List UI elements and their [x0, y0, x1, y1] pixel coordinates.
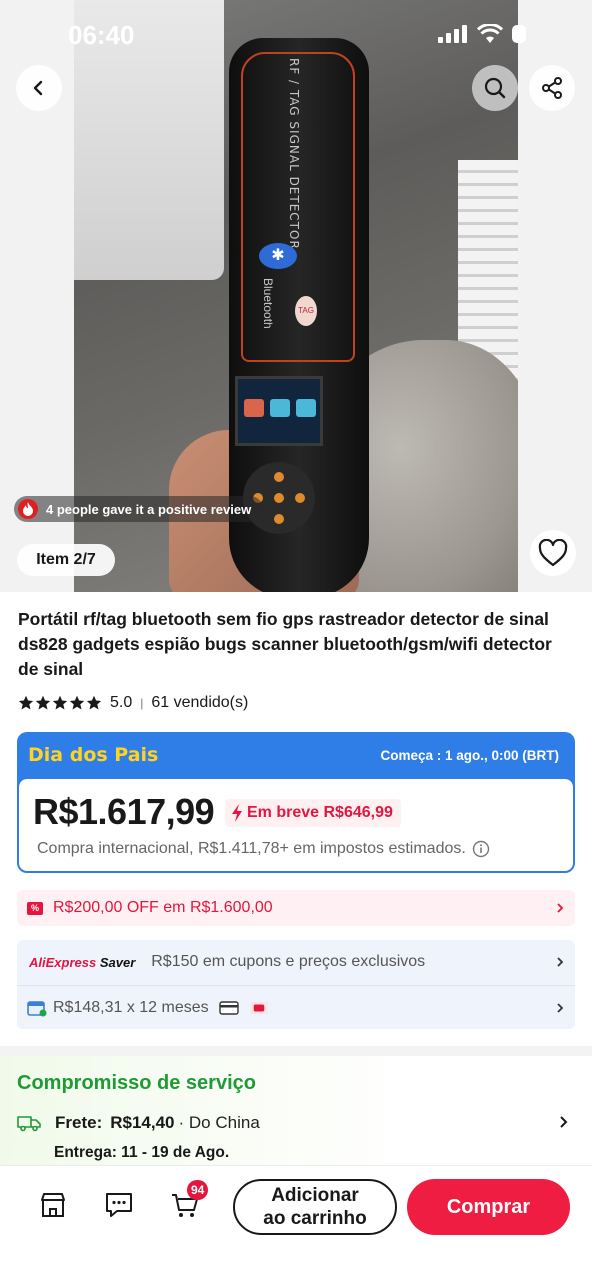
add-to-cart-button[interactable]: Adicionar ao carrinho: [233, 1179, 397, 1235]
device-bluetooth-label: Bluetooth: [261, 278, 275, 329]
service-title: Compromisso de serviço: [17, 1072, 256, 1094]
chevron-right-icon: [557, 957, 564, 967]
product-title: Portátil rf/tag bluetooth sem fio gps ra…: [18, 609, 552, 679]
calendar-icon: [27, 1000, 47, 1016]
credit-card-icon: [218, 1000, 239, 1015]
installments-row[interactable]: R$148,31 x 12 meses: [17, 985, 575, 1029]
coupon-icon: %: [27, 901, 43, 915]
positive-review-badge: 4 people gave it a positive review: [14, 496, 264, 522]
image-counter: Item 2/7: [17, 544, 115, 576]
bluetooth-icon: ✱: [259, 243, 297, 269]
chevron-right-icon: [557, 1002, 564, 1013]
star-icon: [69, 695, 85, 710]
add-to-cart-label-line2: ao carrinho: [263, 1208, 367, 1229]
coupon-row[interactable]: % R$200,00 OFF em R$1.600,00: [17, 890, 575, 926]
section-divider: [0, 1046, 592, 1056]
buy-now-button[interactable]: Comprar: [407, 1179, 570, 1235]
coupon-label: R$200,00 OFF em R$1.600,00: [53, 899, 273, 916]
review-text: 4 people gave it a positive review: [46, 501, 252, 517]
search-button[interactable]: [472, 65, 518, 111]
star-icon: [18, 695, 34, 710]
wishlist-button[interactable]: [530, 530, 576, 576]
rating-stars: [18, 695, 102, 711]
tax-note: Compra internacional, R$1.411,78+ em imp…: [37, 840, 490, 858]
shipping-price: R$14,40: [110, 1113, 175, 1132]
battery-icon: [512, 25, 526, 43]
star-icon: [35, 695, 51, 710]
add-to-cart-label-line1: Adicionar: [271, 1185, 359, 1206]
saver-text: R$150 em cupons e preços exclusivos: [151, 953, 426, 970]
share-button[interactable]: [529, 65, 575, 111]
back-button[interactable]: [16, 65, 62, 111]
payment-method-icon: [249, 1001, 268, 1014]
truck-icon: [17, 1116, 41, 1132]
product-gallery[interactable]: RF / TAG SIGNAL DETECTOR ✱ Bluetooth TAG…: [0, 0, 592, 592]
bottom-action-bar: 94 Adicionar ao carrinho Comprar: [0, 1165, 592, 1280]
rating-separator: |: [140, 696, 144, 710]
device-label: RF / TAG SIGNAL DETECTOR: [287, 58, 301, 250]
info-icon[interactable]: [472, 840, 490, 858]
current-price: R$1.617,99: [33, 791, 215, 832]
cart-count-badge: 94: [187, 1180, 209, 1200]
chevron-right-icon: [557, 903, 564, 913]
price-card: R$1.617,99 Em breve R$646,99 Compra inte…: [19, 779, 573, 871]
wifi-icon: [477, 24, 503, 43]
upcoming-price: Em breve R$646,99: [247, 804, 393, 821]
star-icon: [52, 695, 68, 710]
chat-button[interactable]: [104, 1190, 134, 1220]
shipping-row[interactable]: Frete: R$14,40 · Do China: [17, 1113, 260, 1133]
status-icons: [438, 24, 526, 44]
promo-start-time: Começa : 1 ago., 0:00 (BRT): [380, 748, 559, 763]
upcoming-price-badge: Em breve R$646,99: [225, 799, 401, 827]
tax-text: Compra internacional, R$1.411,78+ em imp…: [37, 840, 466, 857]
rating-row[interactable]: 5.0 | 61 vendido(s): [18, 694, 248, 712]
service-commitment[interactable]: Compromisso de serviço Frete: R$14,40 · …: [0, 1056, 592, 1166]
installments-text: R$148,31 x 12 meses: [53, 998, 209, 1016]
heart-icon: [538, 539, 568, 567]
signal-icon: [438, 25, 467, 43]
chat-icon: [106, 1193, 132, 1217]
sold-count: 61 vendido(s): [151, 694, 249, 711]
delivery-estimate: Entrega: 11 - 19 de Ago.: [54, 1144, 230, 1161]
saver-row[interactable]: AliExpress Saver R$150 em cupons e preço…: [17, 940, 575, 984]
flame-icon: [18, 499, 38, 519]
shipping-label: Frete:: [55, 1113, 103, 1132]
device-screen: [235, 376, 323, 446]
store-icon: [41, 1193, 65, 1217]
device-tag-label: TAG: [295, 296, 317, 326]
promo-banner[interactable]: Dia dos Pais Começa : 1 ago., 0:00 (BRT)…: [17, 732, 575, 873]
star-icon: [86, 695, 102, 710]
saver-block: AliExpress Saver R$150 em cupons e preço…: [17, 940, 575, 1029]
promo-name: Dia dos Pais: [28, 744, 159, 766]
search-icon: [484, 77, 506, 99]
status-time: 06:40: [68, 20, 135, 50]
chevron-right-icon: [560, 1116, 568, 1128]
shipping-origin: · Do China: [178, 1113, 260, 1132]
share-icon: [542, 77, 562, 99]
chevron-left-icon: [33, 80, 43, 96]
store-button[interactable]: [38, 1190, 68, 1220]
aliexpress-saver-logo: AliExpress Saver: [29, 954, 136, 970]
rating-value: 5.0: [110, 694, 133, 711]
lightning-icon: [232, 804, 242, 822]
